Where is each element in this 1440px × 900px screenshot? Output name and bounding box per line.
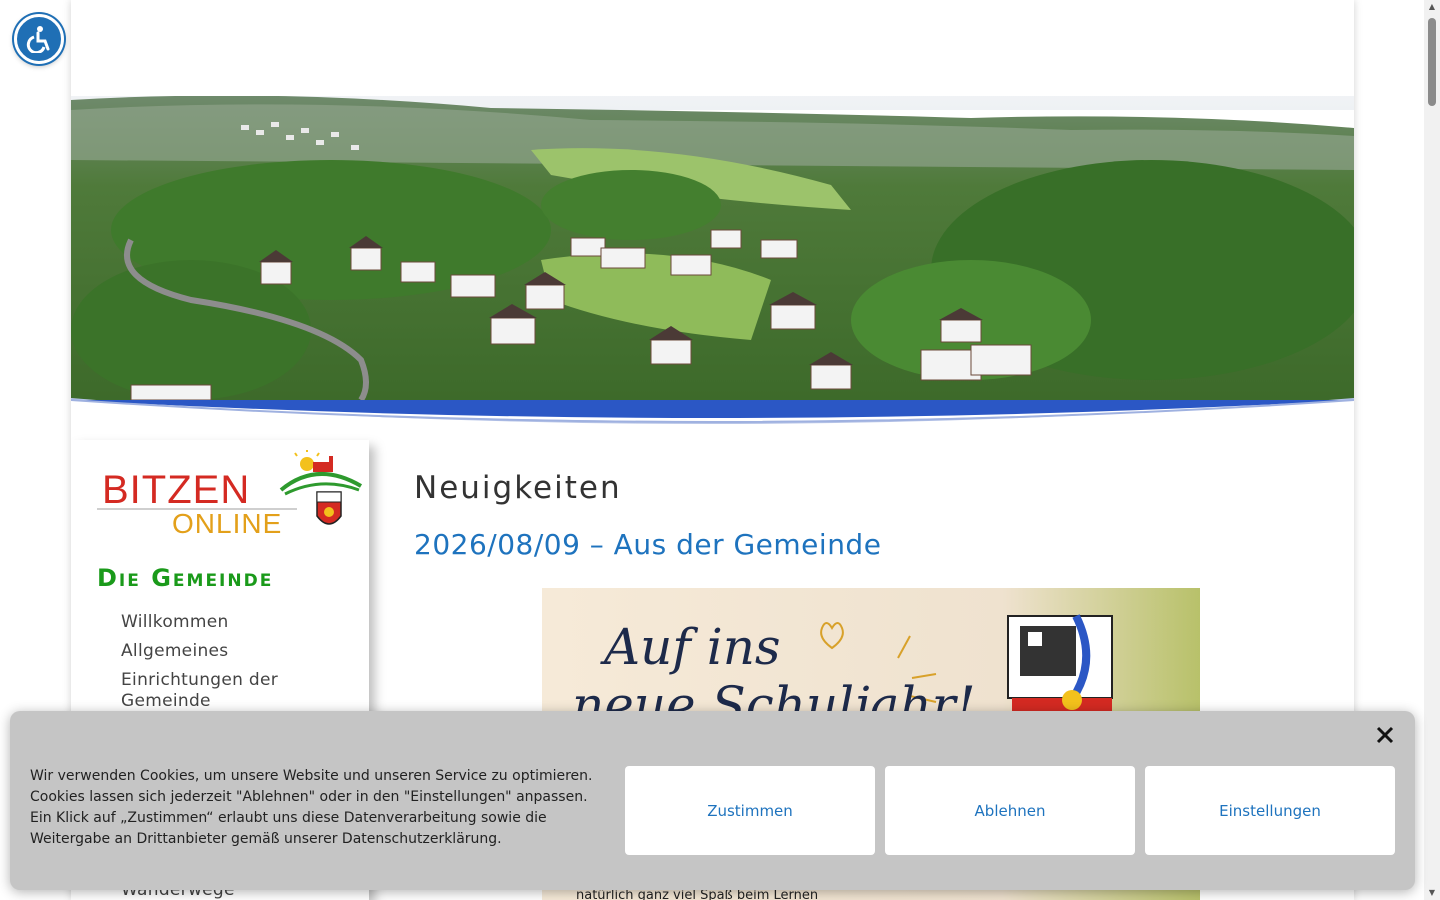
post-title-link[interactable]: 2026/08/09 – Aus der Gemeinde bbox=[414, 528, 881, 561]
cookie-consent-banner: Wir verwenden Cookies, um unsere Website… bbox=[10, 711, 1415, 890]
nav-heading-gemeinde: Die Gemeinde bbox=[97, 564, 274, 592]
scroll-up-arrow-icon[interactable]: ▲ bbox=[1424, 0, 1440, 14]
site-logo[interactable]: BITZEN ONLINE bbox=[97, 446, 367, 546]
close-icon[interactable] bbox=[1373, 723, 1397, 747]
sidebar-nav: Willkommen Allgemeines Einrichtungen der… bbox=[121, 612, 351, 720]
sidebar-item-einrichtungen[interactable]: Einrichtungen der Gemeinde bbox=[121, 670, 351, 712]
cookie-message: Wir verwenden Cookies, um unsere Website… bbox=[30, 768, 593, 847]
decline-cookies-button[interactable]: Ablehnen bbox=[885, 766, 1135, 855]
accept-cookies-button[interactable]: Zustimmen bbox=[625, 766, 875, 855]
logo-text-bitzen: BITZEN bbox=[102, 468, 251, 512]
page-scrollbar[interactable]: ▲ ▼ bbox=[1424, 0, 1440, 900]
coat-of-arms-icon bbox=[279, 450, 363, 525]
header-landscape-image bbox=[71, 0, 1354, 440]
logo-text-online: ONLINE bbox=[172, 508, 283, 539]
sidebar-item-willkommen[interactable]: Willkommen bbox=[121, 612, 351, 633]
image-text-line1: Auf ins bbox=[604, 618, 781, 676]
page-title: Neuigkeiten bbox=[414, 470, 622, 506]
cookie-settings-button[interactable]: Einstellungen bbox=[1145, 766, 1395, 855]
wheelchair-icon bbox=[26, 26, 50, 53]
scroll-down-arrow-icon[interactable]: ▼ bbox=[1424, 886, 1440, 900]
sidebar-item-allgemeines[interactable]: Allgemeines bbox=[121, 641, 351, 662]
accessibility-button[interactable] bbox=[14, 14, 64, 64]
scrollbar-thumb[interactable] bbox=[1428, 18, 1436, 106]
